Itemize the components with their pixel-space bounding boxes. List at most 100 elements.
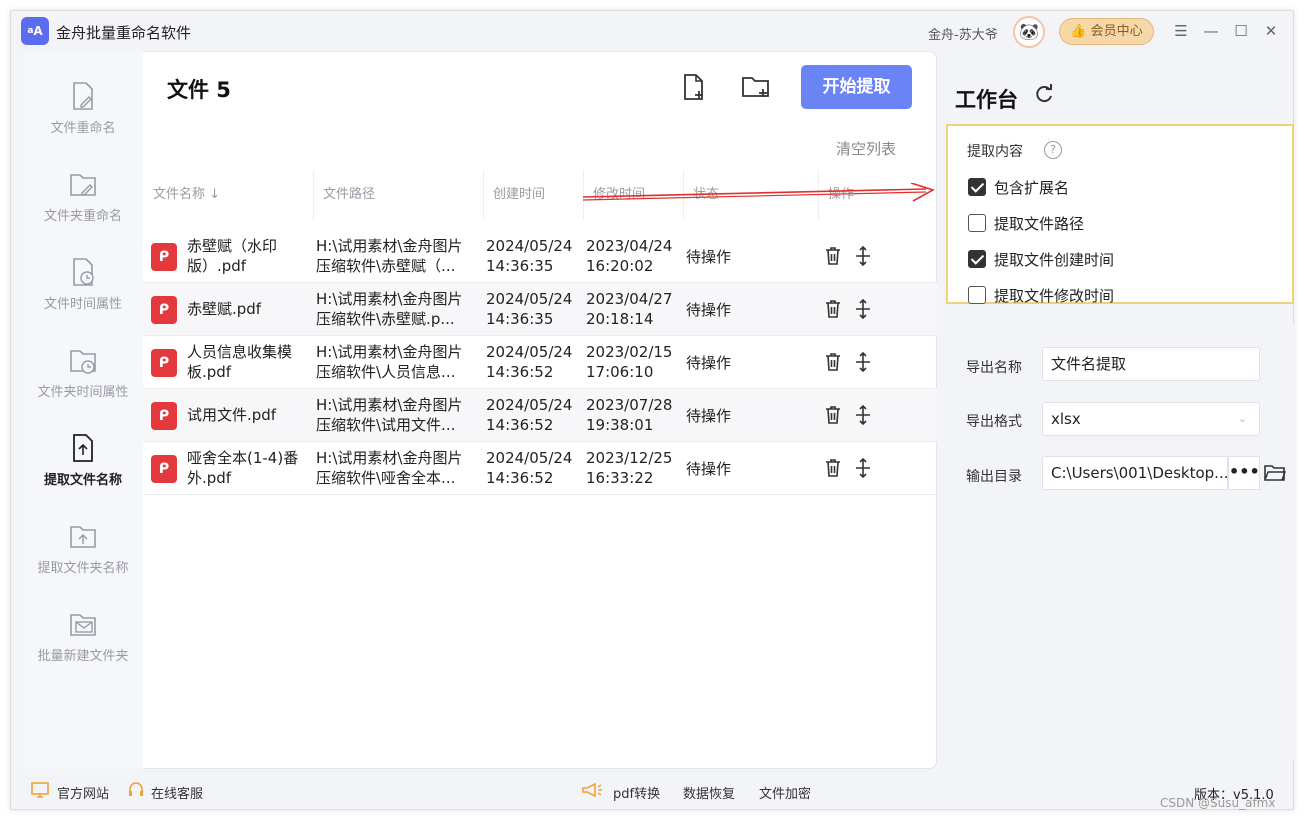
- row-status: 待操作: [686, 301, 732, 319]
- drag-move-icon[interactable]: [853, 298, 873, 320]
- row-status: 待操作: [686, 248, 732, 266]
- checkbox[interactable]: [968, 286, 986, 304]
- sidebar-item-extract-filename[interactable]: 提取文件名称: [23, 433, 143, 513]
- folder-mail-icon: [70, 614, 96, 636]
- app-window: aA 金舟批量重命名软件 金舟-苏大爷 🐼 👍 会员中心 ☰ — ☐ ✕ 文件重…: [10, 10, 1294, 810]
- sidebar-item-file-time[interactable]: 文件时间属性: [23, 257, 143, 337]
- trash-icon[interactable]: [823, 298, 843, 320]
- sidebar-item-folder-time[interactable]: 文件夹时间属性: [23, 345, 143, 425]
- minimize-icon[interactable]: —: [1199, 19, 1223, 43]
- row-status: 待操作: [686, 460, 732, 478]
- maximize-icon[interactable]: ☐: [1229, 19, 1253, 43]
- table-row[interactable]: ᑭ 哑舍全本(1-4)番外.pdf H:\试用素材\金舟图片压缩软件\哑舍全本.…: [143, 442, 937, 495]
- sidebar-item-label: 提取文件夹名称: [37, 561, 129, 576]
- browse-more-button[interactable]: •••: [1228, 456, 1260, 490]
- checkbox[interactable]: [968, 250, 986, 268]
- option-label: 包含扩展名: [994, 179, 1070, 197]
- trash-icon[interactable]: [823, 457, 843, 479]
- pdf-icon: ᑭ: [151, 243, 177, 271]
- row-created-time: 14:36:35: [486, 257, 554, 275]
- logo-letter: A: [33, 24, 43, 38]
- avatar[interactable]: 🐼: [1013, 16, 1045, 48]
- title-bar: aA 金舟批量重命名软件 金舟-苏大爷 🐼 👍 会员中心 ☰ — ☐ ✕: [11, 11, 1295, 51]
- sidebar-item-batch-folder[interactable]: 批量新建文件夹: [23, 609, 143, 689]
- row-filepath: H:\试用素材\金舟图片压缩软件\哑舍全本...: [316, 449, 463, 487]
- file-clock-icon: [73, 258, 94, 286]
- row-filename: 试用文件.pdf: [187, 406, 277, 424]
- sidebar-item-folder-rename[interactable]: 文件夹重命名: [23, 169, 143, 249]
- export-format-select[interactable]: xlsx ⌄: [1042, 402, 1260, 436]
- drag-move-icon[interactable]: [853, 404, 873, 426]
- refresh-icon[interactable]: [1033, 83, 1055, 105]
- row-filename: 赤壁赋（水印版）.pdf: [187, 237, 278, 275]
- row-modified-date: 2023/04/27: [586, 290, 673, 308]
- drag-move-icon[interactable]: [853, 457, 873, 479]
- open-folder-icon[interactable]: [1264, 463, 1286, 483]
- table-row[interactable]: ᑭ 赤壁赋.pdf H:\试用素材\金舟图片压缩软件\赤壁赋.p... 2024…: [143, 283, 937, 336]
- folder-clock-icon: [70, 350, 96, 374]
- option-label: 提取文件创建时间: [994, 251, 1115, 269]
- row-created-time: 14:36:52: [486, 416, 554, 434]
- trash-icon[interactable]: [823, 245, 843, 267]
- pdf-icon: ᑭ: [151, 455, 177, 483]
- col-created: 创建时间: [493, 187, 546, 202]
- row-filepath: H:\试用素材\金舟图片压缩软件\赤壁赋.p...: [316, 290, 463, 328]
- workbench-title: 工作台: [955, 88, 1018, 112]
- extract-content-title: 提取内容: [967, 144, 1023, 160]
- pdf-icon: ᑭ: [151, 402, 177, 430]
- pdf-icon: ᑭ: [151, 296, 177, 324]
- output-dir-input[interactable]: C:\Users\001\Desktop...: [1042, 456, 1228, 490]
- monitor-icon: [31, 782, 49, 798]
- sidebar-item-label: 文件夹重命名: [43, 209, 122, 224]
- sidebar: 文件重命名 文件夹重命名 文件时间属性 文件夹时间属性 提取文件名称 提取文件夹…: [23, 51, 143, 769]
- drag-move-icon[interactable]: [853, 351, 873, 373]
- sidebar-item-label: 文件时间属性: [43, 297, 122, 312]
- drag-move-icon[interactable]: [853, 245, 873, 267]
- member-center-button[interactable]: 👍 会员中心: [1059, 18, 1154, 45]
- annotation-arrow: [582, 183, 936, 202]
- export-settings: 导出名称 文件名提取 导出格式 xlsx ⌄ 输出目录 C:\Users\001…: [946, 324, 1294, 760]
- page-title: 文件 5: [167, 78, 231, 102]
- row-filepath: H:\试用素材\金舟图片压缩软件\赤壁赋（...: [316, 237, 463, 275]
- sidebar-item-label: 文件夹时间属性: [37, 385, 129, 400]
- sidebar-item-label: 文件重命名: [50, 121, 116, 136]
- sort-down-icon[interactable]: ↓: [209, 187, 220, 202]
- export-name-input[interactable]: 文件名提取: [1042, 347, 1260, 381]
- row-modified-time: 16:33:22: [586, 469, 654, 487]
- add-folder-icon[interactable]: [741, 72, 771, 102]
- trash-icon[interactable]: [823, 351, 843, 373]
- start-extract-button[interactable]: 开始提取: [801, 65, 912, 109]
- row-created-date: 2024/05/24: [486, 290, 573, 308]
- data-recovery-link[interactable]: 数据恢复: [683, 783, 735, 802]
- table-row[interactable]: ᑭ 人员信息收集模板.pdf H:\试用素材\金舟图片压缩软件\人员信息... …: [143, 336, 937, 389]
- checkbox[interactable]: [968, 214, 986, 232]
- row-filename: 人员信息收集模板.pdf: [187, 343, 293, 381]
- menu-icon[interactable]: ☰: [1169, 19, 1193, 43]
- online-support-link[interactable]: 在线客服: [151, 783, 203, 802]
- row-created-date: 2024/05/24: [486, 396, 573, 414]
- sidebar-item-file-rename[interactable]: 文件重命名: [23, 81, 143, 161]
- close-icon[interactable]: ✕: [1259, 19, 1283, 43]
- col-filepath: 文件路径: [323, 187, 376, 202]
- add-file-icon[interactable]: [679, 72, 709, 102]
- row-modified-date: 2023/12/25: [586, 449, 673, 467]
- table-row[interactable]: ᑭ 赤壁赋（水印版）.pdf H:\试用素材\金舟图片压缩软件\赤壁赋（... …: [143, 230, 937, 283]
- row-modified-date: 2023/02/15: [586, 343, 673, 361]
- official-website-link[interactable]: 官方网站: [57, 783, 109, 802]
- username: 金舟-苏大爷: [928, 28, 998, 43]
- file-encrypt-link[interactable]: 文件加密: [759, 783, 811, 802]
- checkbox[interactable]: [968, 178, 986, 196]
- clear-list-link[interactable]: 清空列表: [836, 138, 896, 159]
- row-modified-time: 17:06:10: [586, 363, 654, 381]
- pdf-convert-link[interactable]: pdf转换: [613, 783, 660, 802]
- trash-icon[interactable]: [823, 404, 843, 426]
- footer: 官方网站 在线客服 pdf转换 数据恢复 文件加密 版本：v5.1.0: [11, 771, 1295, 811]
- sidebar-item-extract-foldername[interactable]: 提取文件夹名称: [23, 521, 143, 601]
- option-label: 提取文件路径: [994, 215, 1085, 233]
- row-modified-time: 16:20:02: [586, 257, 654, 275]
- table-row[interactable]: ᑭ 试用文件.pdf H:\试用素材\金舟图片压缩软件\试用文件... 2024…: [143, 389, 937, 442]
- col-filename[interactable]: 文件名称 ↓: [143, 170, 313, 220]
- headset-icon: [129, 782, 143, 796]
- help-icon[interactable]: ?: [1044, 141, 1062, 159]
- row-status: 待操作: [686, 354, 732, 372]
